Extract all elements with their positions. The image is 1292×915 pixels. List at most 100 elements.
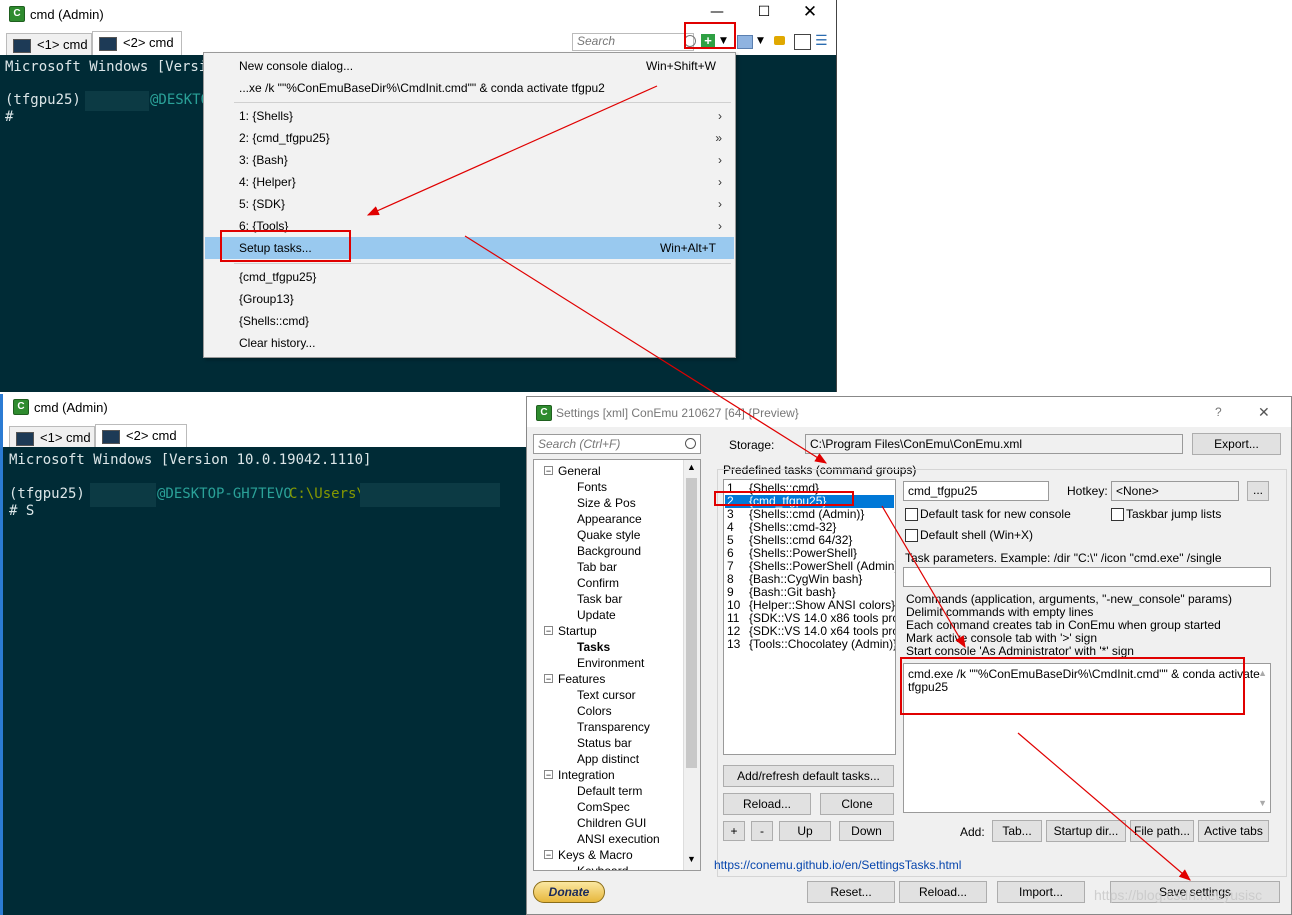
tree-node-general[interactable]: General: [558, 463, 601, 479]
scroll-down-icon[interactable]: ▼: [1258, 798, 1267, 808]
default-shell-checkbox[interactable]: [905, 529, 918, 542]
tree-node-update[interactable]: Update: [577, 607, 616, 623]
tree-node-keyboard[interactable]: Keyboard: [577, 863, 628, 870]
tree-node-tab-bar[interactable]: Tab bar: [577, 559, 617, 575]
reload-tasks-button[interactable]: Reload...: [723, 793, 811, 815]
menu-item-clear-history[interactable]: Clear history...: [205, 332, 734, 354]
tree-scrollbar[interactable]: ▲ ▼: [683, 460, 700, 870]
tree-expander-icon[interactable]: −: [544, 674, 553, 684]
tree-node-size-pos[interactable]: Size & Pos: [577, 495, 636, 511]
task-row[interactable]: 13 {Tools::Chocolatey (Admin)}: [725, 638, 895, 651]
menu-item-recent-command[interactable]: ...xe /k ""%ConEmuBaseDir%\CmdInit.cmd""…: [205, 77, 734, 99]
tree-expander-icon[interactable]: −: [544, 466, 553, 476]
menu-item-history[interactable]: {Group13}: [205, 288, 734, 310]
tree-node-background[interactable]: Background: [577, 543, 641, 559]
remove-task-button[interactable]: -: [751, 821, 773, 841]
tree-node-ansi-execution[interactable]: ANSI execution: [577, 831, 660, 847]
tree-node-keys-macro[interactable]: Keys & Macro: [558, 847, 633, 863]
menu-item-group-cmd-tfgpu25[interactable]: 2: {cmd_tfgpu25} »: [205, 127, 734, 149]
menu-item-group-sdk[interactable]: 5: {SDK} ›: [205, 193, 734, 215]
lock-icon[interactable]: [774, 36, 785, 45]
scroll-up-icon[interactable]: ▲: [1258, 668, 1267, 678]
menu-item-history[interactable]: {Shells::cmd}: [205, 310, 734, 332]
tree-expander-icon[interactable]: −: [544, 626, 553, 636]
panel-icon[interactable]: [794, 34, 811, 50]
tree-node-text-cursor[interactable]: Text cursor: [577, 687, 636, 703]
console-area[interactable]: Microsoft Windows [Version 10.0.19042.11…: [3, 447, 540, 915]
tab-console-1[interactable]: <1> cmd: [6, 33, 92, 55]
menu-item-group-bash[interactable]: 3: {Bash} ›: [205, 149, 734, 171]
add-task-button[interactable]: +: [723, 821, 745, 841]
menu-item-group-shells[interactable]: 1: {Shells} ›: [205, 105, 734, 127]
tree-node-colors[interactable]: Colors: [577, 703, 612, 719]
menu-icon[interactable]: ☰: [815, 34, 828, 48]
console-line: Microsoft Windows [Version 10.0.19042.11…: [9, 452, 372, 468]
tab-console-1[interactable]: <1> cmd: [9, 426, 95, 448]
donate-button[interactable]: Donate: [533, 881, 605, 903]
menu-item-label: 5: {SDK}: [239, 197, 286, 211]
menu-item-new-console-dialog[interactable]: New console dialog... Win+Shift+W: [205, 55, 734, 77]
scroll-up-icon[interactable]: ▲: [687, 462, 696, 472]
dialog-title-bar[interactable]: C Settings [xml] ConEmu 210627 [64] {Pre…: [527, 397, 1291, 427]
add-startup-dir-button[interactable]: Startup dir...: [1046, 820, 1126, 842]
help-icon[interactable]: ?: [1215, 405, 1222, 419]
menu-item-label: {cmd_tfgpu25}: [239, 270, 317, 284]
maximize-icon[interactable]: ☐: [749, 4, 779, 20]
tree-node-children-gui[interactable]: Children GUI: [577, 815, 646, 831]
tree-node-task-bar[interactable]: Task bar: [577, 591, 622, 607]
move-down-button[interactable]: Down: [839, 821, 894, 841]
tree-node-comspec[interactable]: ComSpec: [577, 799, 630, 815]
menu-item-group-helper[interactable]: 4: {Helper} ›: [205, 171, 734, 193]
tree-node-fonts[interactable]: Fonts: [577, 479, 607, 495]
tab-console-2[interactable]: <2> cmd: [95, 424, 187, 448]
add-tab-button[interactable]: Tab...: [992, 820, 1042, 842]
tree-node-integration[interactable]: Integration: [558, 767, 615, 783]
scroll-thumb[interactable]: [686, 478, 697, 768]
tree-node-features[interactable]: Features: [558, 671, 605, 687]
scroll-down-icon[interactable]: ▼: [687, 854, 696, 864]
settings-tree[interactable]: − General Fonts Size & Pos Appearance Quake s…: [533, 459, 701, 871]
tree-node-quake-style[interactable]: Quake style: [577, 527, 640, 543]
default-task-checkbox[interactable]: [905, 508, 918, 521]
export-button[interactable]: Export...: [1192, 433, 1281, 455]
task-params-input[interactable]: [903, 567, 1271, 587]
reset-button[interactable]: Reset...: [807, 881, 895, 903]
chevron-down-icon[interactable]: ▼: [757, 36, 764, 46]
search-input[interactable]: Search: [572, 33, 694, 51]
tasks-list[interactable]: 1 {Shells::cmd} 2 {cmd_tfgpu25} 3 {Shells::cm…: [723, 479, 896, 755]
tree-expander-icon[interactable]: −: [544, 770, 553, 780]
tree-expander-icon[interactable]: −: [544, 850, 553, 860]
close-icon[interactable]: ✕: [795, 2, 825, 22]
hotkey-field[interactable]: <None>: [1111, 481, 1239, 501]
move-up-button[interactable]: Up: [779, 821, 831, 841]
tree-node-environment[interactable]: Environment: [577, 655, 644, 671]
tab-console-2[interactable]: <2> cmd: [92, 31, 182, 55]
task-name-input[interactable]: cmd_tfgpu25: [903, 481, 1049, 501]
tree-node-startup[interactable]: Startup: [558, 623, 597, 639]
add-refresh-default-tasks-button[interactable]: Add/refresh default tasks...: [723, 765, 894, 787]
tree-node-tasks[interactable]: Tasks: [577, 639, 610, 655]
close-icon[interactable]: ✕: [1258, 404, 1270, 421]
window-icon[interactable]: [737, 35, 753, 49]
tree-node-default-term[interactable]: Default term: [577, 783, 642, 799]
help-link[interactable]: https://conemu.github.io/en/SettingsTask…: [714, 858, 961, 872]
taskbar-jump-checkbox[interactable]: [1111, 508, 1124, 521]
minimize-icon[interactable]: —: [702, 4, 732, 20]
add-file-path-button[interactable]: File path...: [1130, 820, 1194, 842]
reload-button[interactable]: Reload...: [899, 881, 987, 903]
settings-search-input[interactable]: Search (Ctrl+F): [533, 434, 701, 454]
add-active-tabs-button[interactable]: Active tabs: [1198, 820, 1269, 842]
tree-node-appearance[interactable]: Appearance: [577, 511, 642, 527]
tree-node-transparency[interactable]: Transparency: [577, 719, 650, 735]
title-bar[interactable]: C cmd (Admin): [3, 394, 540, 420]
search-icon[interactable]: [685, 438, 696, 449]
menu-item-history[interactable]: {cmd_tfgpu25}: [205, 266, 734, 288]
storage-path-field[interactable]: C:\Program Files\ConEmu\ConEmu.xml: [805, 434, 1183, 454]
clone-button[interactable]: Clone: [820, 793, 894, 815]
import-button[interactable]: Import...: [997, 881, 1085, 903]
tree-node-confirm[interactable]: Confirm: [577, 575, 619, 591]
commands-help-line: Mark active console tab with '>' sign: [906, 631, 1098, 645]
tree-node-app-distinct[interactable]: App distinct: [577, 751, 639, 767]
tree-node-status-bar[interactable]: Status bar: [577, 735, 632, 751]
hotkey-choose-button[interactable]: ...: [1247, 481, 1269, 501]
